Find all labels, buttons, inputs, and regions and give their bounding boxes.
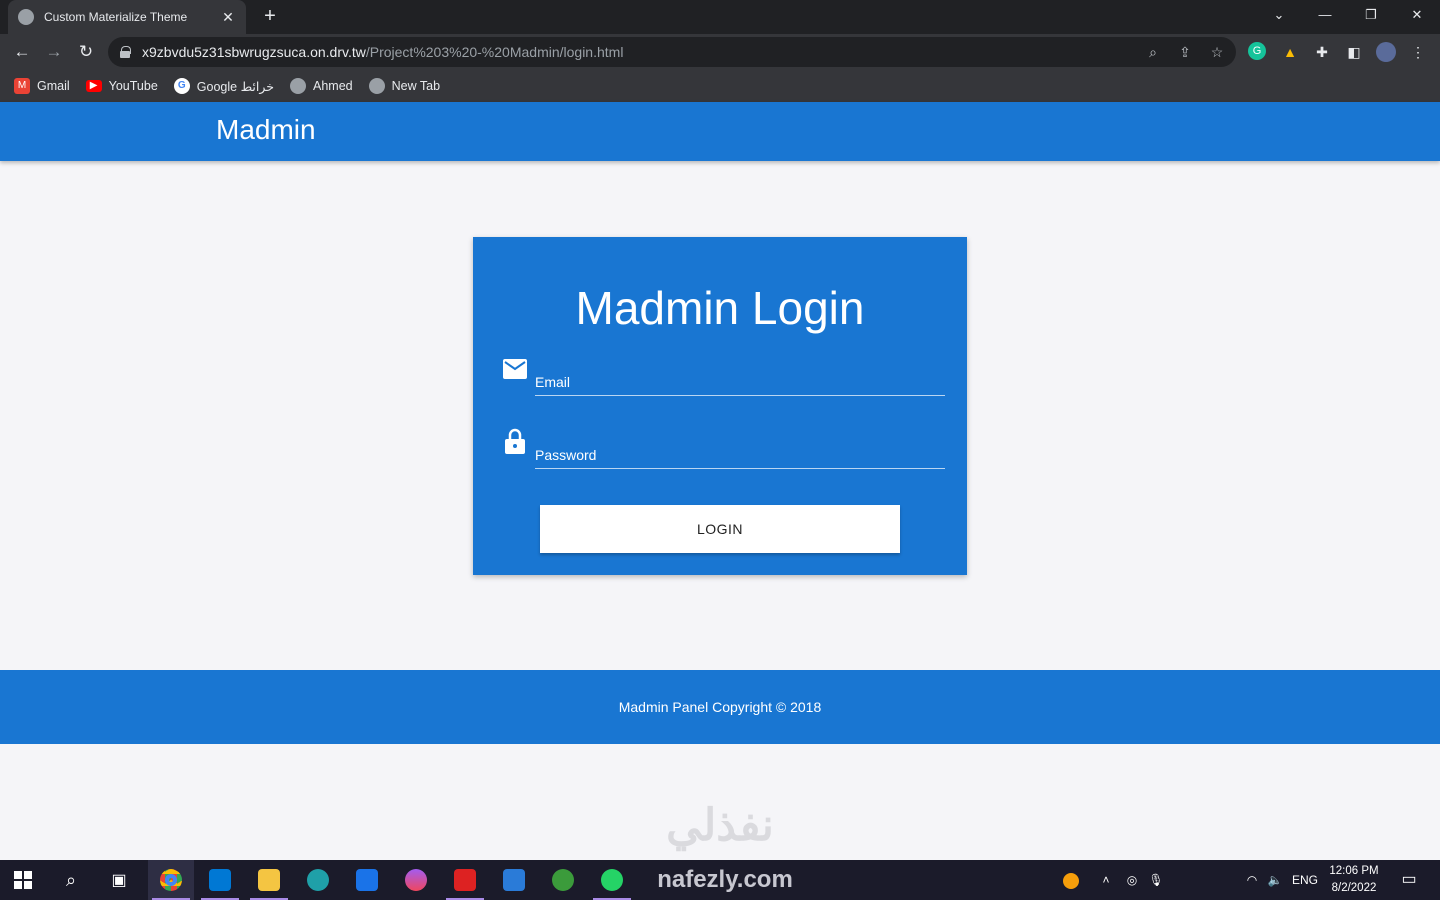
windows-logo-icon	[14, 871, 32, 889]
file-explorer-taskbar-icon[interactable]	[246, 860, 292, 900]
watermark-latin: nafezly.com	[657, 866, 793, 893]
edge-icon	[307, 869, 329, 891]
gmail-icon: M	[14, 78, 30, 94]
bookmark-ahmed[interactable]: Ahmed	[290, 78, 353, 94]
zoom-icon[interactable]: ⌕	[1142, 41, 1164, 63]
footer-copyright: Madmin Panel Copyright © 2018	[618, 699, 822, 715]
browser-tab-bar: Custom Materialize Theme ✕ + ⌄ — ❐ ✕	[0, 0, 1440, 34]
bookmark-new-tab[interactable]: New Tab	[368, 78, 441, 94]
email-input[interactable]	[535, 356, 945, 395]
bookmark-label: Ahmed	[313, 79, 353, 93]
language-indicator[interactable]: ENG	[1290, 860, 1320, 900]
app-navbar: Madmin	[0, 102, 1440, 161]
recorder-taskbar-icon[interactable]	[442, 860, 488, 900]
reload-button[interactable]: ↻	[74, 40, 98, 64]
folder-icon	[258, 869, 280, 891]
paint-taskbar-icon[interactable]	[393, 860, 439, 900]
clock-date: 8/2/2022	[1331, 882, 1377, 894]
grammarly-extension-icon[interactable]: G	[1248, 42, 1266, 60]
password-input[interactable]	[535, 429, 945, 468]
windows-taskbar: ⌕ ▣ nafezly.com ˄ ◎ 🎙 ◠ 🔈 ENG 12:06 PM 8…	[0, 860, 1440, 900]
email-field-wrapper	[535, 356, 945, 396]
notification-app-icon[interactable]	[1060, 860, 1082, 900]
page-footer: Madmin Panel Copyright © 2018	[0, 670, 1440, 744]
profile-avatar[interactable]	[1376, 42, 1396, 62]
bookmarks-bar: M Gmail ▶ YouTube G Google خرائط Ahmed N…	[0, 70, 1440, 102]
close-window-button[interactable]: ✕	[1394, 0, 1440, 30]
mail-icon	[503, 869, 525, 891]
bookmark-label: Google خرائط	[196, 79, 275, 94]
wifi-icon[interactable]: ◠	[1242, 860, 1262, 900]
bookmark-google-maps[interactable]: G Google خرائط	[173, 78, 275, 94]
taskbar-clock[interactable]: 12:06 PM 8/2/2022	[1322, 863, 1386, 897]
chevron-up-icon[interactable]: ˄	[1096, 860, 1116, 900]
brand-logo[interactable]: Madmin	[216, 114, 316, 146]
google-icon: G	[173, 78, 190, 94]
drive-extension-icon[interactable]: ▲	[1280, 42, 1300, 62]
browser-toolbar: ← → ↻ x9zbvdu5z31sbwrugzsuca.on.drv.tw/P…	[0, 34, 1440, 70]
login-button[interactable]: LOGIN	[540, 505, 900, 553]
globe-icon	[290, 78, 307, 94]
password-field-wrapper	[535, 429, 945, 469]
watermark-logo: نفذلي	[610, 800, 830, 852]
bookmark-label: YouTube	[108, 79, 158, 93]
bookmark-label: New Tab	[391, 79, 441, 93]
back-button[interactable]: ←	[10, 40, 34, 64]
email-icon	[503, 359, 527, 379]
bookmark-star-icon[interactable]: ☆	[1206, 41, 1228, 63]
clock-time: 12:06 PM	[1329, 865, 1379, 877]
store-taskbar-icon[interactable]	[344, 860, 390, 900]
record-icon	[454, 869, 476, 891]
new-tab-button[interactable]: +	[258, 4, 282, 28]
bookmark-label: Gmail	[37, 79, 70, 93]
chrome-icon	[160, 869, 182, 891]
restore-button[interactable]: ❐	[1348, 0, 1394, 30]
chrome-taskbar-icon[interactable]	[148, 860, 194, 900]
url-path: /Project%203%20-%20Madmin/login.html	[365, 44, 624, 60]
minimize-button[interactable]: —	[1302, 0, 1348, 30]
action-center-icon[interactable]: ▭	[1394, 860, 1424, 900]
tab-title: Custom Materialize Theme	[44, 10, 188, 24]
volume-icon[interactable]: 🔈	[1264, 860, 1286, 900]
search-icon[interactable]: ⌕	[48, 860, 94, 900]
share-icon[interactable]: ⇪	[1174, 41, 1196, 63]
side-panel-icon[interactable]: ◧	[1344, 42, 1364, 62]
xbox-taskbar-icon[interactable]	[540, 860, 586, 900]
login-card: Madmin Login LOGIN	[473, 237, 967, 575]
drop-icon	[405, 869, 427, 891]
vscode-taskbar-icon[interactable]	[197, 860, 243, 900]
lock-icon	[505, 428, 525, 454]
login-title: Madmin Login	[575, 282, 865, 334]
globe-icon	[18, 9, 34, 25]
menu-kebab-icon[interactable]: ⋮	[1408, 42, 1428, 62]
youtube-icon: ▶	[85, 80, 102, 92]
store-icon	[356, 869, 378, 891]
address-bar[interactable]: x9zbvdu5z31sbwrugzsuca.on.drv.tw/Project…	[108, 37, 1236, 67]
start-button[interactable]	[0, 860, 46, 900]
globe-icon	[368, 78, 385, 94]
whatsapp-taskbar-icon[interactable]	[589, 860, 635, 900]
vscode-icon	[209, 869, 231, 891]
xbox-icon	[552, 869, 574, 891]
extensions-puzzle-icon[interactable]: ✚	[1312, 42, 1332, 62]
whatsapp-icon	[601, 869, 623, 891]
tab-search-icon[interactable]: ⌄	[1256, 0, 1302, 30]
watermark-arabic: نفذلي	[666, 801, 774, 850]
mail-taskbar-icon[interactable]	[491, 860, 537, 900]
task-view-icon[interactable]: ▣	[96, 860, 142, 900]
microphone-icon[interactable]: 🎙	[1146, 860, 1166, 900]
browser-tab[interactable]: Custom Materialize Theme ✕	[8, 0, 246, 34]
forward-button[interactable]: →	[42, 40, 66, 64]
lock-icon	[120, 46, 131, 58]
camera-icon[interactable]: ◎	[1122, 860, 1142, 900]
close-tab-icon[interactable]: ✕	[220, 9, 236, 26]
url-host: x9zbvdu5z31sbwrugzsuca.on.drv.tw	[142, 44, 366, 60]
bookmark-gmail[interactable]: M Gmail	[14, 78, 70, 94]
edge-taskbar-icon[interactable]	[295, 860, 341, 900]
bookmark-youtube[interactable]: ▶ YouTube	[85, 79, 158, 93]
